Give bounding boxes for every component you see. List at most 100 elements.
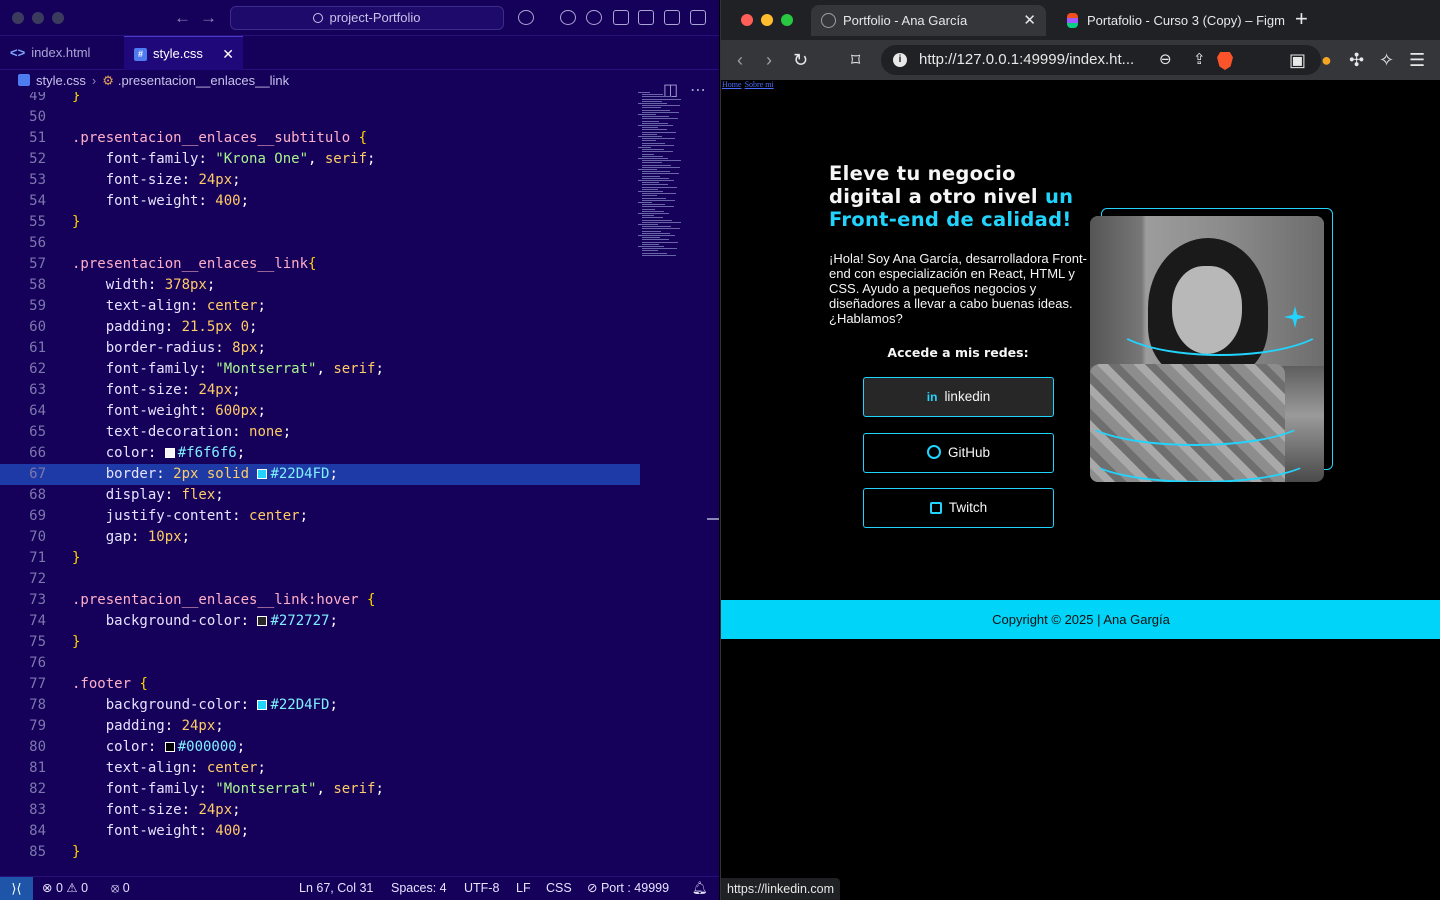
- code-line[interactable]: 69 justify-content: center;: [0, 506, 640, 527]
- customize-layout-icon[interactable]: [613, 10, 629, 25]
- site-info-icon[interactable]: i: [893, 53, 907, 67]
- code-line[interactable]: 54 font-weight: 400;: [0, 191, 640, 212]
- back-icon[interactable]: ‹: [737, 50, 743, 70]
- copilot-icon[interactable]: [518, 10, 534, 25]
- code-line[interactable]: 66 color: #f6f6f6;: [0, 443, 640, 464]
- tab-index-html[interactable]: <> index.html: [0, 36, 123, 70]
- gear-icon[interactable]: [586, 10, 602, 25]
- code-line[interactable]: 56: [0, 233, 640, 254]
- language-mode[interactable]: CSS: [546, 877, 572, 900]
- breadcrumb-file[interactable]: style.css: [36, 73, 86, 88]
- account-icon[interactable]: [560, 10, 576, 25]
- twitch-icon: [929, 502, 942, 514]
- address-bar[interactable]: i http://127.0.0.1:49999/index.ht... ⊖ ⇪: [881, 45, 1321, 75]
- code-line[interactable]: 72: [0, 569, 640, 590]
- code-line[interactable]: 78 background-color: #22D4FD;: [0, 695, 640, 716]
- zoom-window-button[interactable]: [781, 14, 793, 26]
- code-line[interactable]: 75}: [0, 632, 640, 653]
- code-line[interactable]: 63 font-size: 24px;: [0, 380, 640, 401]
- code-line[interactable]: 57 .presentacion__enlaces__link{: [0, 254, 640, 275]
- color-swatch[interactable]: [257, 469, 268, 479]
- code-line[interactable]: 84 font-weight: 400;: [0, 821, 640, 842]
- github-link-button[interactable]: GitHub: [863, 433, 1054, 473]
- bookmark-icon[interactable]: ⌑: [851, 50, 860, 70]
- back-arrow-icon[interactable]: ←: [174, 8, 191, 28]
- new-tab-icon[interactable]: +: [1295, 6, 1308, 32]
- code-line[interactable]: 81 text-align: center;: [0, 758, 640, 779]
- sidebar-icon[interactable]: ▣: [1289, 50, 1306, 70]
- code-line[interactable]: 49}: [0, 92, 640, 107]
- toggle-secondary-sidebar-icon[interactable]: [690, 10, 706, 25]
- color-swatch[interactable]: [164, 742, 175, 752]
- code-line[interactable]: 79 padding: 24px;: [0, 716, 640, 737]
- code-line[interactable]: 59 text-align: center;: [0, 296, 640, 317]
- close-tab-icon[interactable]: ✕: [222, 37, 234, 71]
- code-line[interactable]: 71}: [0, 548, 640, 569]
- problems-indicator[interactable]: ⊗ 0 ⚠ 0: [42, 877, 88, 900]
- cursor-position[interactable]: Ln 67, Col 31: [299, 877, 373, 900]
- scrollbar-thumb[interactable]: [707, 518, 719, 520]
- code-line[interactable]: 67 border: 2px solid #22D4FD;: [0, 464, 640, 485]
- color-swatch[interactable]: [257, 700, 268, 710]
- code-line[interactable]: 64 font-weight: 600px;: [0, 401, 640, 422]
- tab-style-css[interactable]: # style.css ✕: [124, 36, 243, 70]
- code-editor[interactable]: 49} 50 51 .presentacion__enlaces__subtitulo…: [0, 92, 719, 876]
- menu-icon[interactable]: ☰: [1409, 50, 1425, 70]
- code-line[interactable]: 82 font-family: "Montserrat", serif;: [0, 779, 640, 800]
- code-line[interactable]: 83 font-size: 24px;: [0, 800, 640, 821]
- code-line[interactable]: 70 gap: 10px;: [0, 527, 640, 548]
- encoding[interactable]: UTF-8: [464, 877, 499, 900]
- twitch-link-button[interactable]: Twitch: [863, 488, 1054, 528]
- code-line[interactable]: 52 font-family: "Krona One", serif;: [0, 149, 640, 170]
- share-icon[interactable]: ⇪: [1193, 45, 1206, 75]
- remote-indicator-icon[interactable]: ⟩⟨: [0, 877, 33, 900]
- puzzle-icon[interactable]: ✣: [1349, 50, 1364, 70]
- code-line[interactable]: 51 .presentacion__enlaces__subtitulo {: [0, 128, 640, 149]
- code-line[interactable]: 68 display: flex;: [0, 485, 640, 506]
- minimap[interactable]: [636, 92, 706, 262]
- code-line[interactable]: 80 color: #000000;: [0, 737, 640, 758]
- indentation[interactable]: Spaces: 4: [391, 877, 447, 900]
- code-line[interactable]: 53 font-size: 24px;: [0, 170, 640, 191]
- linkedin-link-button[interactable]: in linkedin: [863, 377, 1054, 417]
- code-line[interactable]: 65 text-decoration: none;: [0, 422, 640, 443]
- color-swatch[interactable]: [257, 616, 268, 626]
- code-line[interactable]: 76: [0, 653, 640, 674]
- command-center-search[interactable]: project-Portfolio: [230, 6, 504, 30]
- code-line[interactable]: 58 width: 378px;: [0, 275, 640, 296]
- code-line[interactable]: 60 padding: 21.5px 0;: [0, 317, 640, 338]
- close-tab-icon[interactable]: ✕: [1023, 5, 1036, 36]
- code-line[interactable]: 74 background-color: #272727;: [0, 611, 640, 632]
- extension-icon[interactable]: ●: [1321, 50, 1332, 70]
- live-server-port[interactable]: ⊘ Port : 49999: [587, 877, 669, 900]
- breadcrumb-symbol[interactable]: .presentacion__enlaces__link: [118, 73, 289, 88]
- color-swatch[interactable]: [164, 448, 175, 458]
- forward-arrow-icon[interactable]: →: [200, 8, 217, 28]
- toggle-primary-sidebar-icon[interactable]: [638, 10, 654, 25]
- nav-link-home[interactable]: Home: [722, 80, 742, 89]
- toggle-panel-icon[interactable]: [664, 10, 680, 25]
- code-line[interactable]: 77 .footer {: [0, 674, 640, 695]
- title-accent-2: Front-end de calidad!: [829, 208, 1072, 231]
- browser-tab-portfolio[interactable]: Portfolio - Ana García ✕: [811, 5, 1046, 36]
- code-line[interactable]: 73 .presentacion__enlaces__link:hover {: [0, 590, 640, 611]
- zoom-icon[interactable]: ⊖: [1159, 45, 1172, 75]
- minimize-window-button[interactable]: [32, 12, 44, 24]
- close-window-button[interactable]: [12, 12, 24, 24]
- reload-icon[interactable]: ↻: [793, 50, 808, 70]
- nav-link-sobre-mi[interactable]: Sobre mi: [745, 80, 774, 89]
- browser-tab-figma[interactable]: Portafolio - Curso 3 (Copy) – Figm: [1055, 5, 1285, 36]
- bell-icon[interactable]: 🔔︎: [692, 877, 708, 900]
- code-line[interactable]: 61 border-radius: 8px;: [0, 338, 640, 359]
- minimize-window-button[interactable]: [761, 14, 773, 26]
- end-of-line[interactable]: LF: [516, 877, 531, 900]
- code-line[interactable]: 55}: [0, 212, 640, 233]
- ai-sparkle-icon[interactable]: ✧: [1379, 50, 1394, 70]
- code-line[interactable]: 50: [0, 107, 640, 128]
- code-line[interactable]: 62 font-family: "Montserrat", serif;: [0, 359, 640, 380]
- code-line[interactable]: 85}: [0, 842, 640, 863]
- ports-indicator[interactable]: ⦻ 0: [111, 877, 130, 900]
- zoom-window-button[interactable]: [52, 12, 64, 24]
- close-window-button[interactable]: [741, 14, 753, 26]
- forward-icon[interactable]: ›: [766, 50, 772, 70]
